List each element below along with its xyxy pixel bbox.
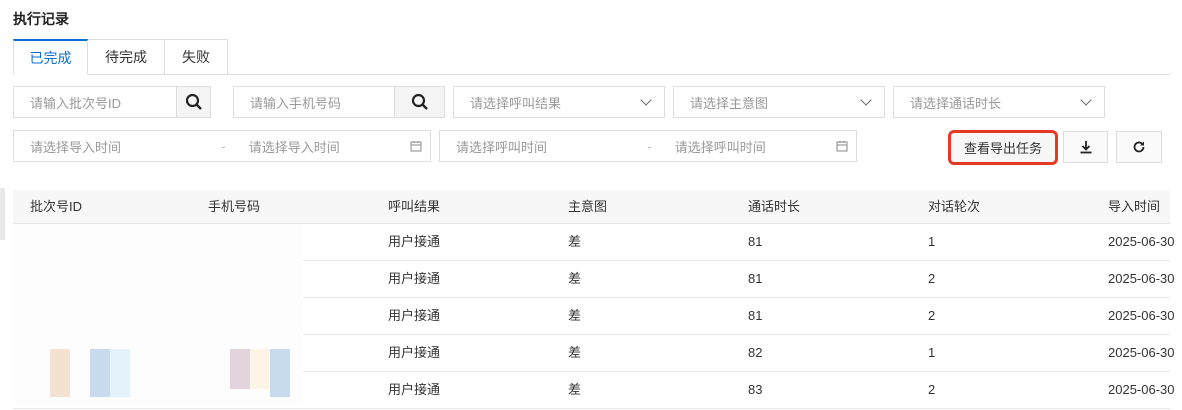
batch-search-button[interactable]	[176, 87, 210, 117]
cell-duration: 81	[748, 271, 763, 286]
cell-turns: 2	[928, 382, 936, 397]
cell-import-time: 2025-06-30	[1108, 234, 1175, 249]
table-header: 批次号ID 手机号码 呼叫结果 主意图 通话时长 对话轮次 导入时间	[13, 190, 1170, 224]
range-separator: -	[221, 138, 226, 154]
search-icon	[411, 93, 428, 110]
cell-turns: 2	[928, 271, 936, 286]
call-time-range[interactable]: 请选择呼叫时间 - 请选择呼叫时间	[439, 130, 857, 162]
tab-failed[interactable]: 失败	[165, 39, 228, 75]
column-header-duration: 通话时长	[748, 199, 801, 214]
cell-intent: 差	[568, 308, 582, 323]
range-separator: -	[647, 138, 652, 154]
cell-call-result: 用户接通	[388, 234, 441, 249]
import-end-placeholder: 请选择导入时间	[248, 139, 340, 155]
download-icon	[1080, 141, 1091, 154]
cell-import-time: 2025-06-30	[1108, 308, 1175, 323]
calendar-icon	[410, 141, 422, 152]
chevron-down-icon	[640, 94, 652, 106]
call-end-placeholder: 请选择呼叫时间	[674, 139, 766, 155]
chevron-down-icon	[860, 94, 872, 106]
batch-id-input[interactable]: 请输入批次号ID	[13, 86, 211, 118]
cell-call-result: 用户接通	[388, 308, 441, 323]
call-result-placeholder: 请选择呼叫结果	[470, 95, 562, 111]
column-header-call-result: 呼叫结果	[388, 199, 441, 214]
cell-turns: 1	[928, 234, 936, 249]
view-export-tasks-button[interactable]: 查看导出任务	[948, 130, 1058, 165]
cell-call-result: 用户接通	[388, 271, 441, 286]
side-scroll-handle[interactable]	[0, 188, 5, 240]
column-header-import-time: 导入时间	[1108, 199, 1161, 214]
import-time-range[interactable]: 请选择导入时间 - 请选择导入时间	[13, 130, 431, 162]
phone-search-button[interactable]	[394, 87, 444, 117]
calendar-icon	[836, 141, 848, 152]
cell-turns: 2	[928, 308, 936, 323]
cell-intent: 差	[568, 271, 582, 286]
cell-import-time: 2025-06-30	[1108, 345, 1175, 360]
cell-duration: 81	[748, 234, 763, 249]
cell-import-time: 2025-06-30	[1108, 382, 1175, 397]
refresh-button[interactable]	[1116, 131, 1162, 163]
cell-turns: 1	[928, 345, 936, 360]
cell-call-result: 用户接通	[388, 382, 441, 397]
column-header-phone: 手机号码	[208, 199, 261, 214]
call-start-placeholder: 请选择呼叫时间	[456, 139, 548, 155]
cell-call-result: 用户接通	[388, 345, 441, 360]
refresh-icon	[1133, 141, 1145, 153]
search-icon	[185, 93, 202, 110]
tab-completed[interactable]: 已完成	[13, 39, 88, 75]
column-header-batch-id: 批次号ID	[30, 199, 83, 214]
column-header-turns: 对话轮次	[928, 199, 981, 214]
batch-id-placeholder: 请输入批次号ID	[30, 95, 122, 111]
cell-duration: 82	[748, 345, 763, 360]
download-button[interactable]	[1063, 131, 1108, 163]
import-start-placeholder: 请选择导入时间	[30, 139, 122, 155]
cell-duration: 81	[748, 308, 763, 323]
intent-placeholder: 请选择主意图	[690, 95, 769, 111]
duration-select[interactable]: 请选择通话时长	[893, 86, 1105, 118]
cell-intent: 差	[568, 345, 582, 360]
cell-intent: 差	[568, 382, 582, 397]
redacted-region	[13, 224, 303, 404]
status-tabs: 已完成 待完成 失败	[13, 39, 228, 75]
duration-placeholder: 请选择通话时长	[910, 95, 1002, 111]
chevron-down-icon	[1080, 94, 1092, 106]
call-result-select[interactable]: 请选择呼叫结果	[453, 86, 665, 118]
phone-placeholder: 请输入手机号码	[250, 95, 342, 111]
intent-select[interactable]: 请选择主意图	[673, 86, 885, 118]
cell-import-time: 2025-06-30	[1108, 271, 1175, 286]
column-header-intent: 主意图	[568, 199, 608, 214]
cell-intent: 差	[568, 234, 582, 249]
page-title: 执行记录	[13, 11, 69, 27]
cell-duration: 83	[748, 382, 763, 397]
tab-pending[interactable]: 待完成	[88, 39, 165, 75]
phone-input[interactable]: 请输入手机号码	[233, 86, 445, 118]
